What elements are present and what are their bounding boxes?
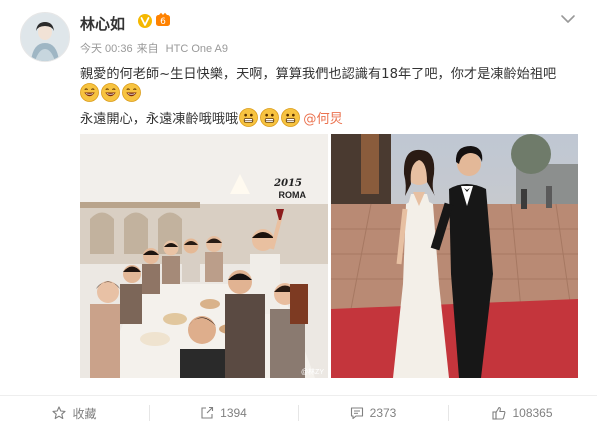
photo-red-carpet[interactable] bbox=[331, 134, 578, 378]
star-icon bbox=[52, 406, 67, 420]
comment-icon bbox=[350, 407, 363, 420]
photo-overlay-place: ROMA bbox=[279, 190, 307, 200]
verified-icon bbox=[138, 14, 152, 28]
footer-divider bbox=[0, 395, 597, 396]
username[interactable]: 林心如 bbox=[80, 13, 125, 34]
grin-emoji-icon bbox=[260, 108, 280, 127]
like-count: 108365 bbox=[512, 406, 553, 420]
photo-watermark: @林ZY bbox=[301, 367, 324, 376]
member-badge-icon[interactable]: 6 bbox=[155, 12, 171, 28]
grin-emoji-icon bbox=[239, 108, 259, 127]
repost-count: 1394 bbox=[220, 406, 247, 420]
mention-link[interactable]: @何炅 bbox=[303, 108, 343, 127]
favorite-button[interactable]: 收藏 bbox=[0, 399, 149, 427]
laugh-emoji-icon bbox=[80, 83, 99, 102]
post-text-line2-text: 永遠開心，永遠凍齡哦哦哦 bbox=[80, 112, 239, 127]
emoji-row bbox=[80, 82, 143, 104]
photo-group-dinner[interactable]: 2015 ROMA @林ZY bbox=[80, 134, 328, 378]
comment-count: 2373 bbox=[369, 406, 397, 420]
post-time: 今天 00:36 bbox=[80, 43, 133, 55]
comment-button[interactable]: 2373 bbox=[298, 399, 448, 427]
post-meta: 今天 00:36 来自 HTC One A9 bbox=[80, 40, 232, 56]
grin-emoji-icon bbox=[281, 108, 301, 127]
laugh-emoji-icon bbox=[101, 83, 120, 102]
avatar[interactable] bbox=[20, 12, 70, 62]
like-button[interactable]: 108365 bbox=[448, 399, 597, 427]
repost-icon bbox=[201, 406, 214, 419]
laugh-emoji-icon bbox=[122, 83, 141, 102]
source-prefix: 来自 bbox=[136, 43, 159, 55]
repost-button[interactable]: 1394 bbox=[149, 399, 298, 427]
like-icon bbox=[492, 406, 506, 420]
weibo-post: 林心如 6 今天 00:36 来自 HTC One A9 親愛的何老師~生日快樂，… bbox=[0, 0, 597, 429]
post-text-line2: 永遠開心，永遠凍齡哦哦哦 @何炅 bbox=[80, 108, 343, 127]
svg-text:6: 6 bbox=[160, 17, 166, 27]
chevron-down-icon[interactable] bbox=[559, 10, 577, 28]
favorite-label: 收藏 bbox=[72, 406, 97, 421]
photo-overlay-year: 2015 bbox=[273, 178, 302, 189]
device-name: HTC One A9 bbox=[165, 43, 229, 55]
post-text-line1: 親愛的何老師~生日快樂，天啊，算算我們也認識有18年了吧，你才是凍齡始祖吧 bbox=[80, 67, 557, 82]
